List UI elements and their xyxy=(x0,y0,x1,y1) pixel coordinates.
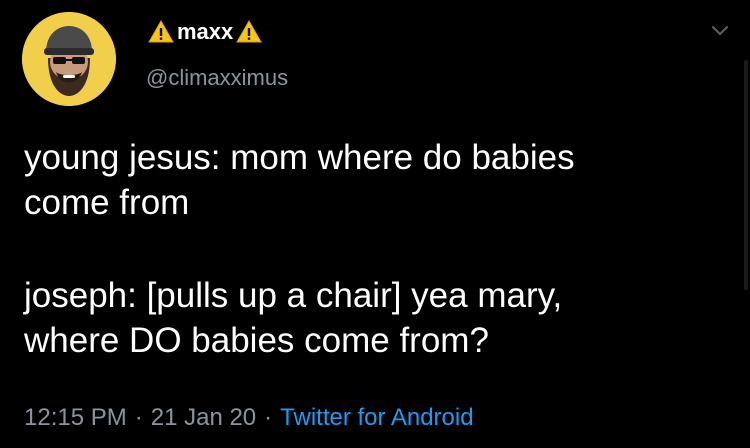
tweet-meta: 12:15 PM · 21 Jan 20 · Twitter for Android xyxy=(24,402,474,434)
display-name-text: maxx xyxy=(177,19,234,44)
tweet-date[interactable]: 21 Jan 20 xyxy=(151,404,256,431)
chevron-down-icon[interactable] xyxy=(708,18,732,42)
separator: · xyxy=(134,404,143,431)
author-names: maxx @climaxximus xyxy=(146,16,288,92)
tweet-source-link[interactable]: Twitter for Android xyxy=(280,404,473,431)
warning-icon xyxy=(236,19,263,43)
tweet-time[interactable]: 12:15 PM xyxy=(24,404,127,431)
avatar[interactable] xyxy=(22,12,116,106)
scrollbar[interactable] xyxy=(744,60,748,290)
tweet-card: maxx @climaxximus young jesus: mom where… xyxy=(0,0,750,448)
display-name[interactable]: maxx xyxy=(146,16,288,48)
separator: · xyxy=(264,404,273,431)
avatar-illustration xyxy=(22,12,116,106)
warning-icon xyxy=(148,19,174,43)
user-handle[interactable]: @climaxximus xyxy=(146,64,288,92)
tweet-paragraph: joseph: [pulls up a chair] yea mary, whe… xyxy=(24,276,563,360)
tweet-paragraph: young jesus: mom where do babies come fr… xyxy=(24,138,575,222)
tweet-text: young jesus: mom where do babies come fr… xyxy=(24,135,724,363)
